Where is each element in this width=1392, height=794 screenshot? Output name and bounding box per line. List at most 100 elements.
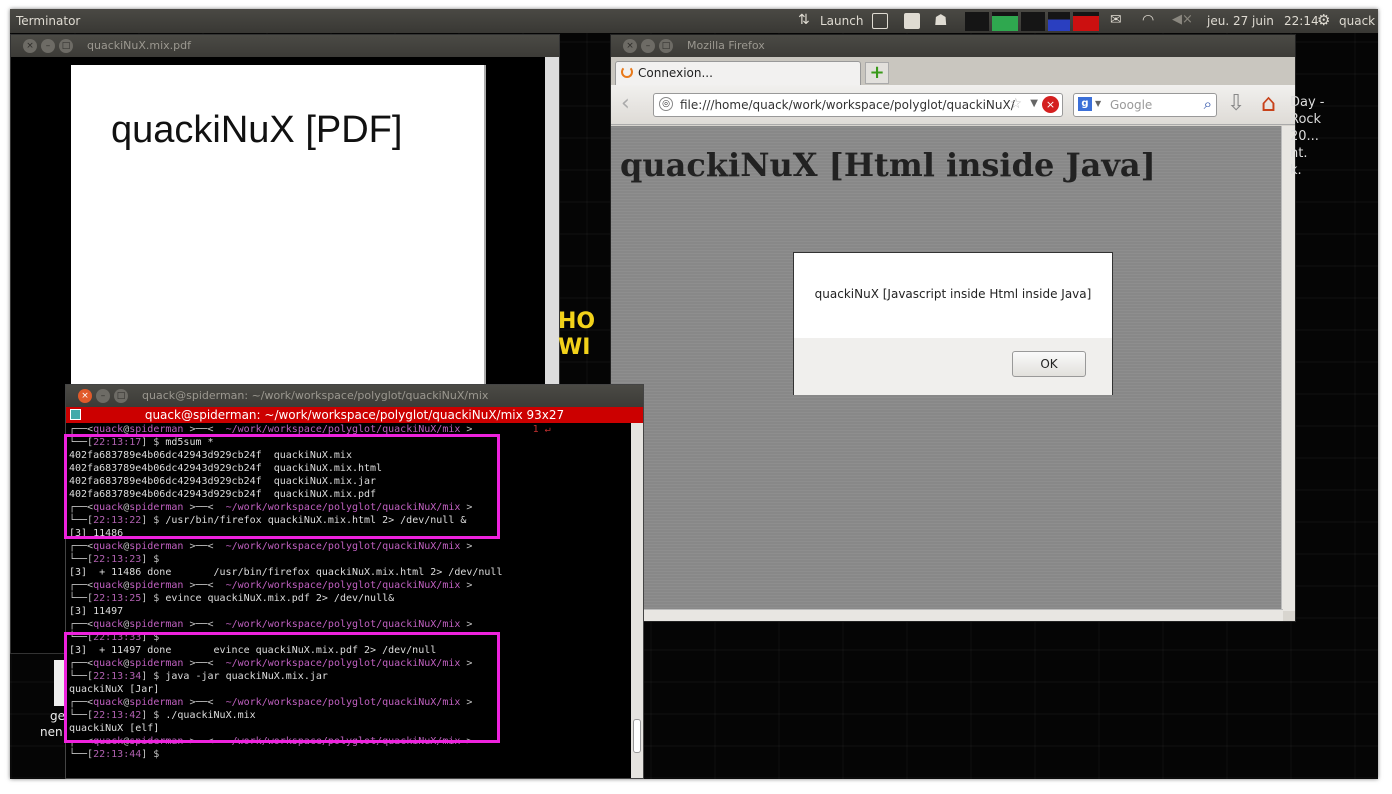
home-icon[interactable]: ⌂ (1261, 89, 1276, 117)
tab-strip: Connexion... + (611, 57, 1295, 85)
desktop-news-text: Day - Rock 20... nt. k. (1290, 95, 1325, 178)
page-heading: quackiNuX [Html inside Java] (620, 146, 1156, 184)
output-text: [3] + 11486 done /usr/bin/firefox quacki… (69, 567, 503, 578)
terminal-header: quack@spiderman: ~/work/workspace/polygl… (66, 407, 643, 423)
maximize-icon[interactable]: □ (114, 389, 128, 403)
prompt-border: ┌──< (69, 580, 94, 591)
terminal-header-text: quack@spiderman: ~/work/workspace/polygl… (144, 408, 565, 422)
mail-icon[interactable]: ✉ (1110, 12, 1122, 28)
tab-label: Connexion... (638, 66, 713, 80)
minimize-icon[interactable]: – (641, 39, 655, 53)
firefox-window: × – □ Mozilla Firefox Connexion... + ‹ ◎… (610, 34, 1296, 622)
prompt-border: >──< (183, 541, 226, 552)
terminal-line: [3] + 11486 done /usr/bin/firefox quacki… (69, 566, 629, 579)
prompt-user: quack (93, 541, 124, 552)
star-icon[interactable]: ☆ (1009, 96, 1022, 112)
user-label[interactable]: quack (1339, 14, 1375, 28)
download-icon[interactable]: ⇩ (1227, 91, 1245, 116)
prompt-border: > (460, 541, 473, 552)
cpu-graph[interactable] (965, 12, 989, 31)
back-icon[interactable]: ‹ (621, 91, 630, 116)
firefox-titlebar[interactable]: × – □ Mozilla Firefox (611, 35, 1295, 57)
terminal-line: └──[22:13:44] $ (69, 748, 629, 761)
swap-graph[interactable] (1048, 12, 1070, 31)
prompt-border: └──[ (69, 554, 94, 565)
terminal-scrollbar[interactable] (631, 423, 643, 778)
prompt-dollar: ] $ (141, 593, 166, 604)
network-graph[interactable] (1021, 12, 1045, 31)
scroll-thumb[interactable] (633, 719, 641, 753)
horizontal-scrollbar[interactable] (611, 609, 1283, 621)
prompt-path: ~/work/workspace/polyglot/quackiNuX/mix (225, 541, 461, 552)
close-icon[interactable]: × (623, 39, 637, 53)
highlight-outputs (64, 632, 500, 743)
prompt-time: 22:13:25 (93, 593, 142, 604)
load-graph[interactable] (1073, 12, 1099, 31)
prompt-path: ~/work/workspace/polyglot/quackiNuX/mix (225, 580, 461, 591)
highlight-md5sum (64, 434, 500, 539)
date-label[interactable]: jeu. 27 juin (1207, 14, 1274, 28)
prompt-host: spiderman (129, 619, 184, 630)
terminal-line: ┌──<quack@spiderman >──< ~/work/workspac… (69, 618, 629, 631)
wifi-icon[interactable]: ◠ (1142, 12, 1154, 28)
search-icon[interactable]: ⌕ (1204, 95, 1212, 113)
edit-icon[interactable] (872, 13, 888, 29)
firefox-title: Mozilla Firefox (687, 39, 765, 52)
stop-icon[interactable]: × (1042, 96, 1059, 113)
prompt-border: └──[ (69, 593, 94, 604)
active-app-title: Terminator (16, 14, 81, 28)
prompt-dollar: ] $ (141, 749, 166, 760)
terminator-icon[interactable] (70, 409, 81, 420)
prompt-host: spiderman (129, 580, 184, 591)
close-icon[interactable]: × (23, 39, 37, 53)
desktop-label-2[interactable]: nen (40, 725, 63, 739)
close-icon[interactable]: × (78, 389, 92, 403)
engine-dropdown-icon[interactable]: ▼ (1095, 99, 1101, 108)
url-bar[interactable]: ◎ file:///home/quack/work/workspace/poly… (653, 93, 1063, 117)
prompt-border: ┌──< (69, 619, 94, 630)
clock-label[interactable]: 22:14 (1284, 14, 1319, 28)
url-text: file:///home/quack/work/workspace/polygl… (680, 98, 1015, 112)
minimize-icon[interactable]: – (41, 39, 55, 53)
maximize-icon[interactable]: □ (59, 39, 73, 53)
pdf-page: quackiNuX [PDF] (71, 65, 486, 387)
navigation-bar: ‹ ◎ file:///home/quack/work/workspace/po… (611, 85, 1295, 125)
prompt-user: quack (93, 619, 124, 630)
alert-dialog: quackiNuX [Javascript inside Html inside… (793, 252, 1113, 395)
globe-icon[interactable]: ◎ (659, 97, 673, 111)
memory-graph[interactable] (992, 12, 1018, 31)
prompt-border: >──< (183, 580, 226, 591)
search-placeholder: Google (1110, 98, 1153, 112)
checkbox-icon[interactable] (904, 13, 920, 29)
prompt-border: > (460, 619, 473, 630)
terminal-titlebar[interactable]: × – □ quack@spiderman: ~/work/workspace/… (66, 385, 643, 407)
terminal-line: ┌──<quack@spiderman >──< ~/work/workspac… (69, 579, 629, 592)
alert-footer: OK (794, 338, 1112, 395)
prompt-user: quack (93, 580, 124, 591)
cat-icon[interactable]: ☗ (934, 11, 947, 29)
volume-icon[interactable]: ◀× (1172, 12, 1193, 27)
gear-icon[interactable]: ⚙ (1317, 11, 1330, 29)
google-icon[interactable]: g (1078, 97, 1092, 111)
prompt-border: └──[ (69, 749, 94, 760)
terminal-title: quack@spiderman: ~/work/workspace/polygl… (142, 389, 489, 402)
new-tab-button[interactable]: + (865, 62, 889, 84)
launch-icon[interactable]: ⇅ (798, 12, 810, 28)
prompt-border: > (460, 580, 473, 591)
desktop-label-1[interactable]: ge (50, 709, 65, 723)
command-text: evince quackiNuX.mix.pdf 2> /dev/null& (165, 593, 395, 604)
evince-titlebar[interactable]: × – □ quackiNuX.mix.pdf (11, 35, 559, 57)
tab-connexion[interactable]: Connexion... (615, 61, 861, 85)
dropdown-icon[interactable]: ▼ (1030, 98, 1038, 109)
minimize-icon[interactable]: – (96, 389, 110, 403)
search-bar[interactable]: g ▼ Google ⌕ (1073, 93, 1217, 117)
launch-label[interactable]: Launch (820, 14, 863, 28)
prompt-border: ┌──< (69, 541, 94, 552)
alert-message: quackiNuX [Javascript inside Html inside… (814, 287, 1092, 301)
pdf-text: quackiNuX [PDF] (111, 109, 403, 151)
maximize-icon[interactable]: □ (659, 39, 673, 53)
ok-button[interactable]: OK (1012, 351, 1086, 377)
evince-title: quackiNuX.mix.pdf (87, 39, 192, 52)
desktop-screen: Terminator ⇅ Launch ☗ ✉ ◠ ◀× jeu. 27 jui… (10, 9, 1378, 779)
vertical-scrollbar[interactable] (1281, 126, 1295, 611)
